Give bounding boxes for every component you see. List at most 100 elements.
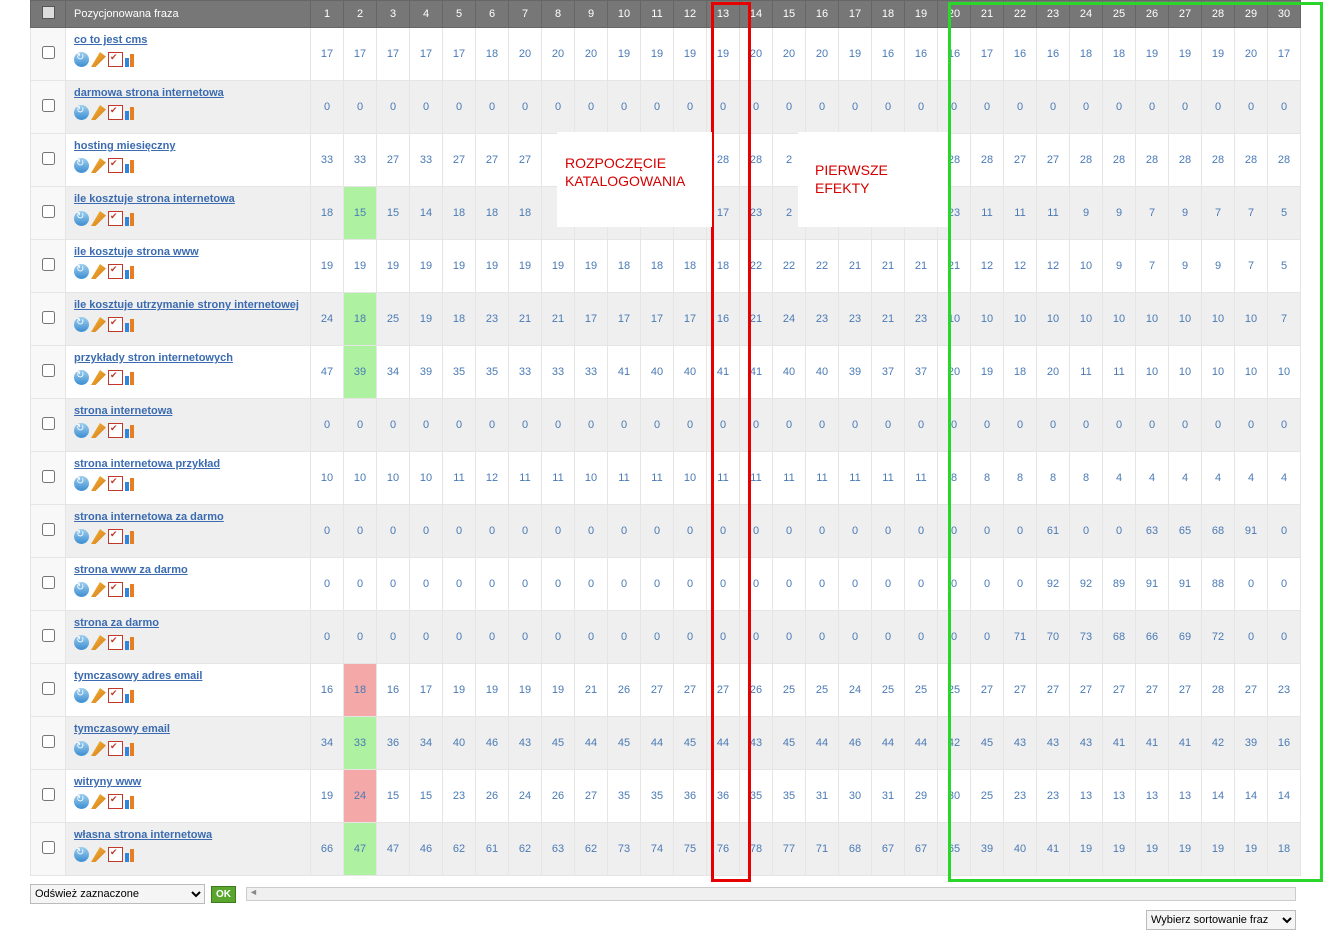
chart-icon[interactable]	[125, 52, 140, 67]
row-checkbox-cell[interactable]	[31, 187, 66, 240]
edit-icon[interactable]	[91, 582, 106, 597]
phrase-link[interactable]: ile kosztuje utrzymanie strony interneto…	[74, 299, 302, 311]
header-day-5[interactable]: 5	[443, 1, 476, 28]
chart-icon[interactable]	[125, 741, 140, 756]
header-day-11[interactable]: 11	[641, 1, 674, 28]
refresh-icon[interactable]	[74, 688, 89, 703]
phrase-link[interactable]: tymczasowy email	[74, 723, 302, 735]
header-day-2[interactable]: 2	[344, 1, 377, 28]
header-checkbox-cell[interactable]	[31, 1, 66, 28]
check-icon[interactable]	[108, 688, 123, 703]
header-day-13[interactable]: 13	[707, 1, 740, 28]
ok-button[interactable]: OK	[211, 886, 236, 903]
chart-icon[interactable]	[125, 688, 140, 703]
refresh-icon[interactable]	[74, 635, 89, 650]
chart-icon[interactable]	[125, 582, 140, 597]
edit-icon[interactable]	[91, 423, 106, 438]
header-day-14[interactable]: 14	[740, 1, 773, 28]
header-day-15[interactable]: 15	[773, 1, 806, 28]
row-checkbox-cell[interactable]	[31, 134, 66, 187]
check-icon[interactable]	[108, 52, 123, 67]
header-day-9[interactable]: 9	[575, 1, 608, 28]
refresh-icon[interactable]	[74, 529, 89, 544]
header-day-22[interactable]: 22	[1004, 1, 1037, 28]
row-checkbox[interactable]	[42, 841, 55, 854]
edit-icon[interactable]	[91, 529, 106, 544]
chart-icon[interactable]	[125, 794, 140, 809]
header-day-29[interactable]: 29	[1235, 1, 1268, 28]
edit-icon[interactable]	[91, 847, 106, 862]
header-day-27[interactable]: 27	[1169, 1, 1202, 28]
row-checkbox-cell[interactable]	[31, 452, 66, 505]
header-day-17[interactable]: 17	[839, 1, 872, 28]
refresh-icon[interactable]	[74, 211, 89, 226]
row-checkbox-cell[interactable]	[31, 346, 66, 399]
phrase-link[interactable]: hosting miesięczny	[74, 140, 302, 152]
header-day-1[interactable]: 1	[311, 1, 344, 28]
phrase-link[interactable]: własna strona internetowa	[74, 829, 302, 841]
check-icon[interactable]	[108, 423, 123, 438]
row-checkbox[interactable]	[42, 629, 55, 642]
refresh-icon[interactable]	[74, 158, 89, 173]
check-icon[interactable]	[108, 211, 123, 226]
phrase-link[interactable]: ile kosztuje strona internetowa	[74, 193, 302, 205]
row-checkbox-cell[interactable]	[31, 611, 66, 664]
phrase-link[interactable]: witryny www	[74, 776, 302, 788]
phrase-link[interactable]: strona internetowa za darmo	[74, 511, 302, 523]
refresh-icon[interactable]	[74, 52, 89, 67]
edit-icon[interactable]	[91, 688, 106, 703]
row-checkbox[interactable]	[42, 576, 55, 589]
row-checkbox-cell[interactable]	[31, 823, 66, 876]
row-checkbox[interactable]	[42, 523, 55, 536]
check-icon[interactable]	[108, 741, 123, 756]
check-icon[interactable]	[108, 264, 123, 279]
header-day-6[interactable]: 6	[476, 1, 509, 28]
row-checkbox[interactable]	[42, 311, 55, 324]
phrase-link[interactable]: strona za darmo	[74, 617, 302, 629]
phrase-link[interactable]: strona internetowa przykład	[74, 458, 302, 470]
header-day-30[interactable]: 30	[1268, 1, 1301, 28]
edit-icon[interactable]	[91, 794, 106, 809]
check-icon[interactable]	[108, 158, 123, 173]
refresh-icon[interactable]	[74, 264, 89, 279]
check-icon[interactable]	[108, 317, 123, 332]
header-day-19[interactable]: 19	[905, 1, 938, 28]
header-day-26[interactable]: 26	[1136, 1, 1169, 28]
header-day-4[interactable]: 4	[410, 1, 443, 28]
check-icon[interactable]	[108, 476, 123, 491]
header-day-3[interactable]: 3	[377, 1, 410, 28]
refresh-icon[interactable]	[74, 794, 89, 809]
chart-icon[interactable]	[125, 423, 140, 438]
row-checkbox[interactable]	[42, 152, 55, 165]
check-icon[interactable]	[108, 529, 123, 544]
horizontal-scrollbar[interactable]	[246, 887, 1296, 901]
chart-icon[interactable]	[125, 317, 140, 332]
select-all-checkbox[interactable]	[42, 6, 55, 19]
header-phrase[interactable]: Pozycjonowana fraza	[66, 1, 311, 28]
refresh-select[interactable]: Odśwież zaznaczone	[30, 884, 205, 904]
refresh-icon[interactable]	[74, 370, 89, 385]
row-checkbox-cell[interactable]	[31, 240, 66, 293]
edit-icon[interactable]	[91, 370, 106, 385]
row-checkbox[interactable]	[42, 205, 55, 218]
row-checkbox[interactable]	[42, 258, 55, 271]
refresh-icon[interactable]	[74, 741, 89, 756]
header-day-23[interactable]: 23	[1037, 1, 1070, 28]
chart-icon[interactable]	[125, 635, 140, 650]
header-day-28[interactable]: 28	[1202, 1, 1235, 28]
row-checkbox[interactable]	[42, 99, 55, 112]
phrase-link[interactable]: strona internetowa	[74, 405, 302, 417]
edit-icon[interactable]	[91, 317, 106, 332]
chart-icon[interactable]	[125, 105, 140, 120]
phrase-link[interactable]: co to jest cms	[74, 34, 302, 46]
row-checkbox[interactable]	[42, 470, 55, 483]
refresh-icon[interactable]	[74, 476, 89, 491]
refresh-icon[interactable]	[74, 582, 89, 597]
chart-icon[interactable]	[125, 370, 140, 385]
row-checkbox-cell[interactable]	[31, 717, 66, 770]
edit-icon[interactable]	[91, 264, 106, 279]
check-icon[interactable]	[108, 794, 123, 809]
phrase-link[interactable]: przykłady stron internetowych	[74, 352, 302, 364]
row-checkbox-cell[interactable]	[31, 505, 66, 558]
row-checkbox-cell[interactable]	[31, 558, 66, 611]
